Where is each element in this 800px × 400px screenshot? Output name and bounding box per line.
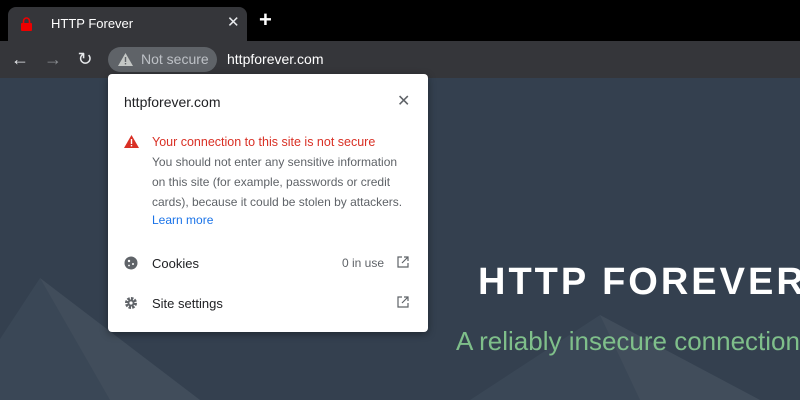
close-icon[interactable]: ✕ [227,13,240,31]
tab-http-forever[interactable]: HTTP Forever ✕ [8,7,247,41]
warning-icon [118,53,133,66]
cookie-icon [124,256,138,270]
tab-title: HTTP Forever [51,16,134,31]
new-tab-button[interactable]: + [259,9,272,31]
tab-strip: HTTP Forever ✕ + [0,0,800,41]
address-bar[interactable]: httpforever.com [227,51,324,67]
warning-icon [124,135,139,148]
learn-more-link[interactable]: Learn more [152,213,213,227]
warning-text: You should not enter any sensitive infor… [152,155,403,209]
page-heading: HTTP FOREVER [478,261,800,303]
security-chip[interactable]: Not secure [108,47,217,72]
toolbar: ← → ↻ Not secure httpforever.com [0,41,800,78]
page-subheading: A reliably insecure connection [456,326,800,356]
cookies-count: 0 in use [342,256,385,270]
site-settings-row[interactable]: Site settings [108,286,428,322]
popup-host: httpforever.com [124,94,221,110]
cookies-row[interactable]: Cookies 0 in use [108,246,428,282]
warning-title: Your connection to this site is not secu… [152,135,376,149]
lock-icon [21,17,32,31]
not-secure-label: Not secure [141,51,209,67]
close-icon[interactable]: ✕ [397,91,410,111]
site-settings-label: Site settings [152,296,223,311]
cookies-label: Cookies [152,256,199,271]
back-button[interactable]: ← [8,47,32,71]
external-link-icon [397,296,409,308]
site-info-popup: httpforever.com ✕ Your connection to thi… [108,74,428,332]
external-link-icon [397,256,409,268]
reload-button[interactable]: ↻ [73,47,97,71]
gear-icon [125,297,137,309]
forward-button[interactable]: → [41,47,65,71]
